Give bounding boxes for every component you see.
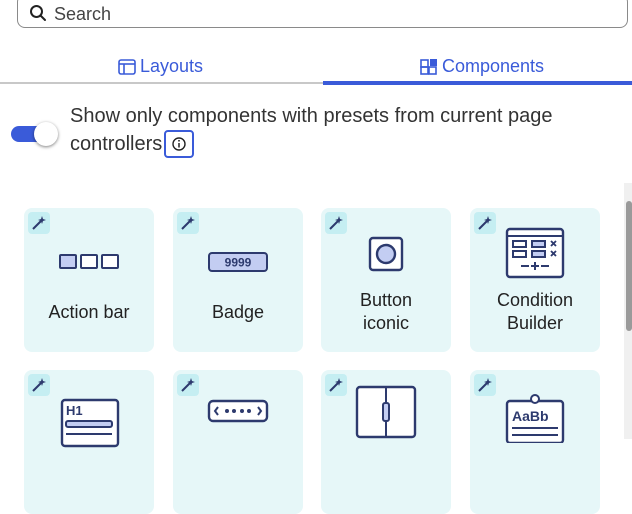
component-label-line1: Button bbox=[359, 290, 413, 310]
button-iconic-icon bbox=[368, 236, 404, 272]
magic-wand-icon bbox=[177, 212, 199, 234]
components-icon bbox=[420, 58, 437, 75]
badge-icon: 9999 bbox=[208, 252, 268, 272]
search-input[interactable]: Search bbox=[17, 0, 628, 28]
toggle-label: Show only components with presets from c… bbox=[70, 105, 553, 155]
component-label: Condition Builder bbox=[470, 289, 600, 335]
component-label-line2: Builder bbox=[506, 313, 564, 333]
component-label: Badge bbox=[211, 302, 265, 322]
search-icon bbox=[30, 5, 46, 21]
component-card-pagination[interactable] bbox=[173, 370, 303, 514]
magic-wand-icon bbox=[28, 374, 50, 396]
component-card-button-iconic[interactable]: Button iconic bbox=[321, 208, 451, 352]
scroll-thumb[interactable] bbox=[626, 201, 632, 331]
typography-icon: AaBb bbox=[505, 394, 565, 443]
component-label-line2: iconic bbox=[362, 313, 410, 333]
component-card-divider[interactable] bbox=[321, 370, 451, 514]
component-label-line1: Condition bbox=[496, 290, 574, 310]
tab-components-label: Components bbox=[442, 56, 545, 76]
magic-wand-icon bbox=[177, 374, 199, 396]
info-button[interactable] bbox=[164, 130, 195, 158]
component-label: Action bar bbox=[48, 302, 130, 322]
badge-icon-text: 9999 bbox=[225, 256, 252, 270]
tab-layouts[interactable]: Layouts bbox=[118, 50, 203, 83]
tab-layouts-label: Layouts bbox=[140, 56, 204, 76]
component-card-typography[interactable]: AaBb bbox=[470, 370, 600, 514]
tab-components[interactable]: Components bbox=[420, 50, 544, 83]
heading-icon-text: H1 bbox=[66, 403, 83, 418]
magic-wand-icon bbox=[325, 374, 347, 396]
heading-icon: H1 bbox=[60, 398, 120, 448]
component-label: Button iconic bbox=[321, 289, 451, 335]
magic-wand-icon bbox=[28, 212, 50, 234]
divider-panel-icon bbox=[355, 385, 417, 439]
component-card-condition-builder[interactable]: Condition Builder bbox=[470, 208, 600, 352]
scrollbar[interactable] bbox=[624, 183, 632, 439]
presets-toggle[interactable] bbox=[11, 122, 58, 146]
magic-wand-icon bbox=[325, 212, 347, 234]
magic-wand-icon bbox=[474, 374, 496, 396]
toggle-label-wrap: Show only components with presets from c… bbox=[70, 102, 610, 158]
info-icon bbox=[172, 137, 186, 151]
component-card-action-bar[interactable]: Action bar bbox=[24, 208, 154, 352]
component-card-badge[interactable]: 9999 Badge bbox=[173, 208, 303, 352]
condition-builder-icon bbox=[505, 227, 565, 279]
component-card-heading[interactable]: H1 bbox=[24, 370, 154, 514]
toggle-knob bbox=[34, 122, 58, 146]
active-tab-indicator bbox=[323, 81, 632, 85]
action-bar-icon bbox=[59, 254, 119, 269]
search-placeholder: Search bbox=[54, 4, 112, 24]
pagination-dots-icon bbox=[207, 399, 269, 423]
typography-icon-text: AaBb bbox=[512, 408, 549, 424]
layout-icon bbox=[118, 58, 136, 75]
